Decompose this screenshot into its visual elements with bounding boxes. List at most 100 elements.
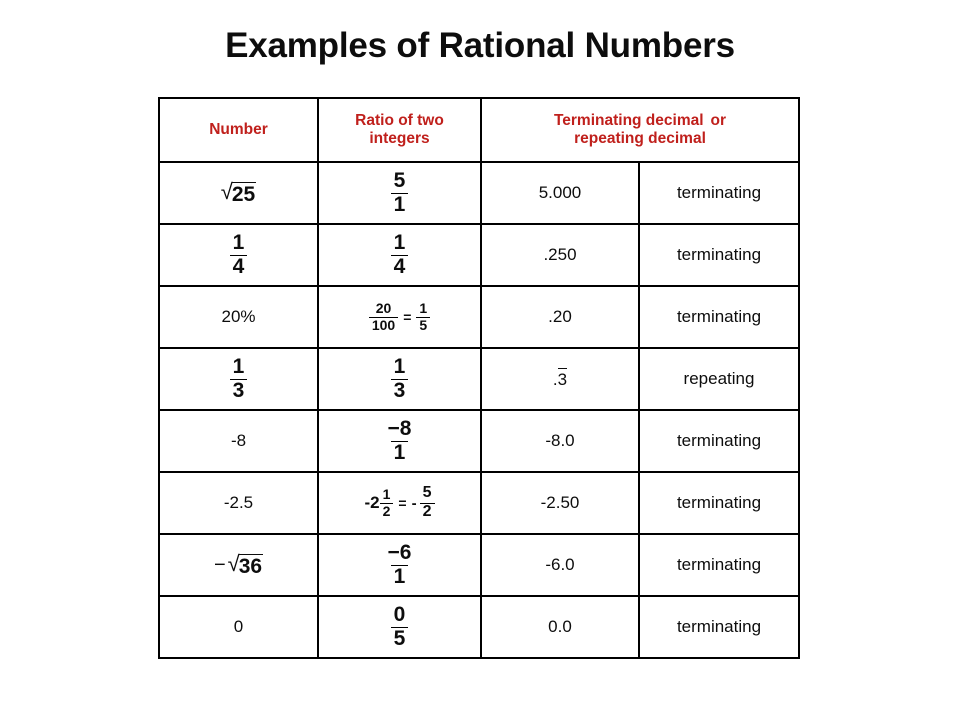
cell-ratio: 0 5	[317, 595, 482, 659]
fraction: 1 4	[229, 232, 248, 278]
column-header-number-label: Number	[209, 120, 268, 138]
cell-number: 1 3	[158, 347, 319, 411]
cell-decimal: .20	[480, 285, 640, 349]
fraction: 1 3	[229, 355, 248, 402]
fraction: −6 1	[385, 542, 415, 588]
page-title: Examples of Rational Numbers	[225, 26, 735, 65]
cell-type: repeating	[638, 347, 800, 411]
fraction: 1 3	[390, 355, 409, 402]
fraction-numerator: 0	[393, 603, 406, 627]
radicand: 25	[231, 181, 257, 206]
decimal-type: terminating	[676, 555, 762, 574]
column-header-ratio: Ratio of two integers	[317, 97, 482, 163]
slide-canvas: Examples of Rational Numbers Number Rati…	[0, 0, 960, 720]
fraction-denominator: 3	[229, 379, 248, 402]
table-header-row: Number Ratio of two integers Terminating…	[158, 97, 800, 163]
cell-type: terminating	[638, 161, 800, 225]
fraction-right: 1 5	[416, 300, 431, 333]
fraction-denominator: 1	[390, 441, 409, 464]
fraction-left: 1 2	[379, 486, 394, 519]
decimal-type: repeating	[683, 369, 755, 388]
fraction-numerator: −8	[387, 417, 412, 441]
fraction: 5 1	[390, 169, 409, 216]
fraction-numerator: 1	[393, 355, 406, 379]
decimal-type: terminating	[676, 307, 762, 326]
mixed-number: -2 1 2	[364, 486, 394, 519]
fraction: 0 5	[390, 603, 409, 650]
cell-number: √ 25	[158, 161, 319, 225]
repeating-decimal-value: . 3	[553, 368, 568, 390]
fraction-denominator: 2	[379, 503, 394, 519]
table-row: 20% 20 100 = 1 5 .20 terminating	[158, 285, 800, 349]
column-header-number: Number	[158, 97, 319, 163]
cell-ratio: −8 1	[317, 409, 482, 473]
fraction-denominator: 100	[368, 317, 399, 333]
cell-decimal: .250	[480, 223, 640, 287]
fraction-numerator: 1	[419, 300, 428, 317]
repeating-digits-overbar: 3	[557, 368, 568, 389]
table-row: 1 4 1 4 .250 terminating	[158, 223, 800, 287]
decimal-type: terminating	[676, 245, 762, 264]
cell-type: terminating	[638, 285, 800, 349]
radical-expression: √ 25	[160, 163, 317, 223]
decimal-value: -8.0	[545, 431, 575, 450]
column-header-decimal: Terminating decimal or repeating decimal	[480, 97, 800, 163]
radicand: 36	[238, 553, 264, 578]
fraction-denominator: 1	[390, 193, 409, 216]
cell-type: terminating	[638, 223, 800, 287]
fraction-denominator: 4	[229, 255, 248, 278]
fraction-denominator: 5	[416, 317, 431, 333]
table-row: 0 0 5 0.0 terminating	[158, 595, 800, 659]
table-row: -2.5 -2 1 2 = - 5 2 -2.50 terminating	[158, 471, 800, 535]
decimal-value: 0.0	[548, 617, 572, 636]
fraction-left: 20 100	[368, 300, 399, 333]
cell-type: terminating	[638, 471, 800, 535]
fraction-denominator: 3	[390, 379, 409, 402]
sqrt-25: √ 25	[220, 178, 257, 206]
cell-ratio: 20 100 = 1 5	[317, 285, 482, 349]
negative-sign: −	[213, 553, 226, 576]
fraction-numerator: 5	[393, 169, 406, 193]
cell-decimal: -8.0	[480, 409, 640, 473]
decimal-type: terminating	[676, 431, 762, 450]
cell-decimal: . 3	[480, 347, 640, 411]
decimal-type: terminating	[676, 183, 762, 202]
cell-number: − √ 36	[158, 533, 319, 597]
column-header-ratio-line1: Ratio of two	[355, 111, 444, 129]
cell-ratio: −6 1	[317, 533, 482, 597]
number-value: 20%	[221, 307, 256, 326]
decimal-value: .250	[543, 245, 577, 264]
decimal-type: terminating	[676, 617, 762, 636]
fraction-numerator: 1	[382, 486, 391, 503]
table-row: 1 3 1 3 . 3 repeating	[158, 347, 800, 411]
cell-decimal: -6.0	[480, 533, 640, 597]
table-row: √ 25 5 1 5.000 terminating	[158, 161, 800, 225]
fraction-denominator: 5	[390, 627, 409, 650]
fraction-equality: 20 100 = 1 5	[368, 300, 431, 333]
radical-sign-icon: √	[220, 178, 233, 204]
fraction-numerator: 20	[375, 300, 392, 317]
column-header-decimal-or: or	[710, 111, 727, 129]
decimal-value: 5.000	[538, 183, 582, 202]
fraction: 1 4	[390, 231, 409, 278]
number-value: -8	[230, 431, 247, 450]
cell-number: 0	[158, 595, 319, 659]
cell-ratio: 1 4	[317, 223, 482, 287]
fraction-right: 5 2	[419, 485, 435, 521]
decimal-value: -2.50	[540, 493, 580, 512]
table-row: -8 −8 1 -8.0 terminating	[158, 409, 800, 473]
cell-number: -2.5	[158, 471, 319, 535]
fraction-denominator: 4	[390, 255, 409, 278]
column-header-decimal-line1-wrap: Terminating decimal or	[482, 112, 798, 130]
column-header-decimal-line1: Terminating decimal	[553, 111, 704, 129]
negative-sqrt-36: − √ 36	[213, 552, 264, 578]
negative-sign: -	[411, 494, 417, 512]
fraction-numerator: 1	[232, 355, 245, 379]
cell-decimal: -2.50	[480, 471, 640, 535]
mixed-whole-part: -2	[364, 493, 380, 512]
cell-ratio: 5 1	[317, 161, 482, 225]
mixed-number-equality: -2 1 2 = - 5 2	[364, 485, 435, 521]
fraction-denominator: 2	[419, 503, 435, 521]
fraction-numerator: 1	[393, 231, 406, 255]
fraction-numerator: −6	[387, 541, 412, 565]
